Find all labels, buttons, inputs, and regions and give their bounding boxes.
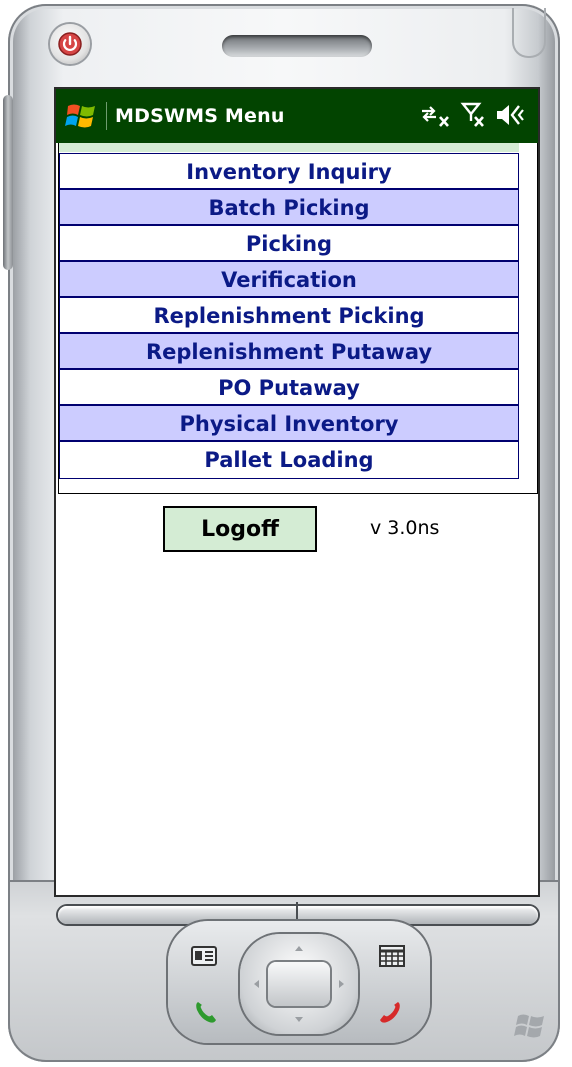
menu-item-inventory-inquiry[interactable]: Inventory Inquiry xyxy=(60,154,518,190)
menu-item-replenishment-putaway[interactable]: Replenishment Putaway xyxy=(60,334,518,370)
version-label: v 3.0ns xyxy=(370,517,440,539)
contacts-icon xyxy=(191,946,217,966)
status-icons xyxy=(418,101,526,129)
menu-item-picking[interactable]: Picking xyxy=(60,226,518,262)
menu-item-po-putaway[interactable]: PO Putaway xyxy=(60,370,518,406)
power-button[interactable] xyxy=(50,24,90,64)
calendar-button[interactable] xyxy=(366,936,418,976)
menu-list: Inventory Inquiry Batch Picking Picking … xyxy=(59,153,519,479)
windows-logo-icon xyxy=(514,1014,544,1038)
signal-off-icon[interactable] xyxy=(460,101,488,129)
stylus-slot xyxy=(512,8,546,58)
menu-item-physical-inventory[interactable]: Physical Inventory xyxy=(60,406,518,442)
call-icon xyxy=(196,1002,216,1023)
menu-item-pallet-loading[interactable]: Pallet Loading xyxy=(60,442,518,478)
call-button[interactable] xyxy=(180,992,232,1032)
title-bar: MDSWMS Menu xyxy=(56,89,538,143)
logoff-button[interactable]: Logoff xyxy=(163,506,317,552)
device-screen: MDSWMS Menu Inventory Inquiry Batch Pick… xyxy=(56,89,538,895)
menu-item-verification[interactable]: Verification xyxy=(60,262,518,298)
end-call-icon xyxy=(380,1002,400,1023)
power-icon xyxy=(58,32,82,56)
menu-panel: Inventory Inquiry Batch Picking Picking … xyxy=(58,143,538,494)
window-title: MDSWMS Menu xyxy=(115,105,285,127)
menu-top-bar xyxy=(59,143,519,152)
calendar-icon xyxy=(379,945,405,967)
menu-item-batch-picking[interactable]: Batch Picking xyxy=(60,190,518,226)
contacts-button[interactable] xyxy=(178,936,230,976)
volume-icon[interactable] xyxy=(494,101,526,129)
speaker-grille xyxy=(222,35,372,57)
windows-start-icon[interactable] xyxy=(64,98,100,134)
end-call-button[interactable] xyxy=(364,992,416,1032)
connectivity-icon[interactable] xyxy=(418,101,454,129)
title-separator xyxy=(106,102,107,130)
menu-item-replenishment-picking[interactable]: Replenishment Picking xyxy=(60,298,518,334)
d-pad-center-button[interactable] xyxy=(268,962,330,1006)
side-key[interactable] xyxy=(3,95,13,270)
